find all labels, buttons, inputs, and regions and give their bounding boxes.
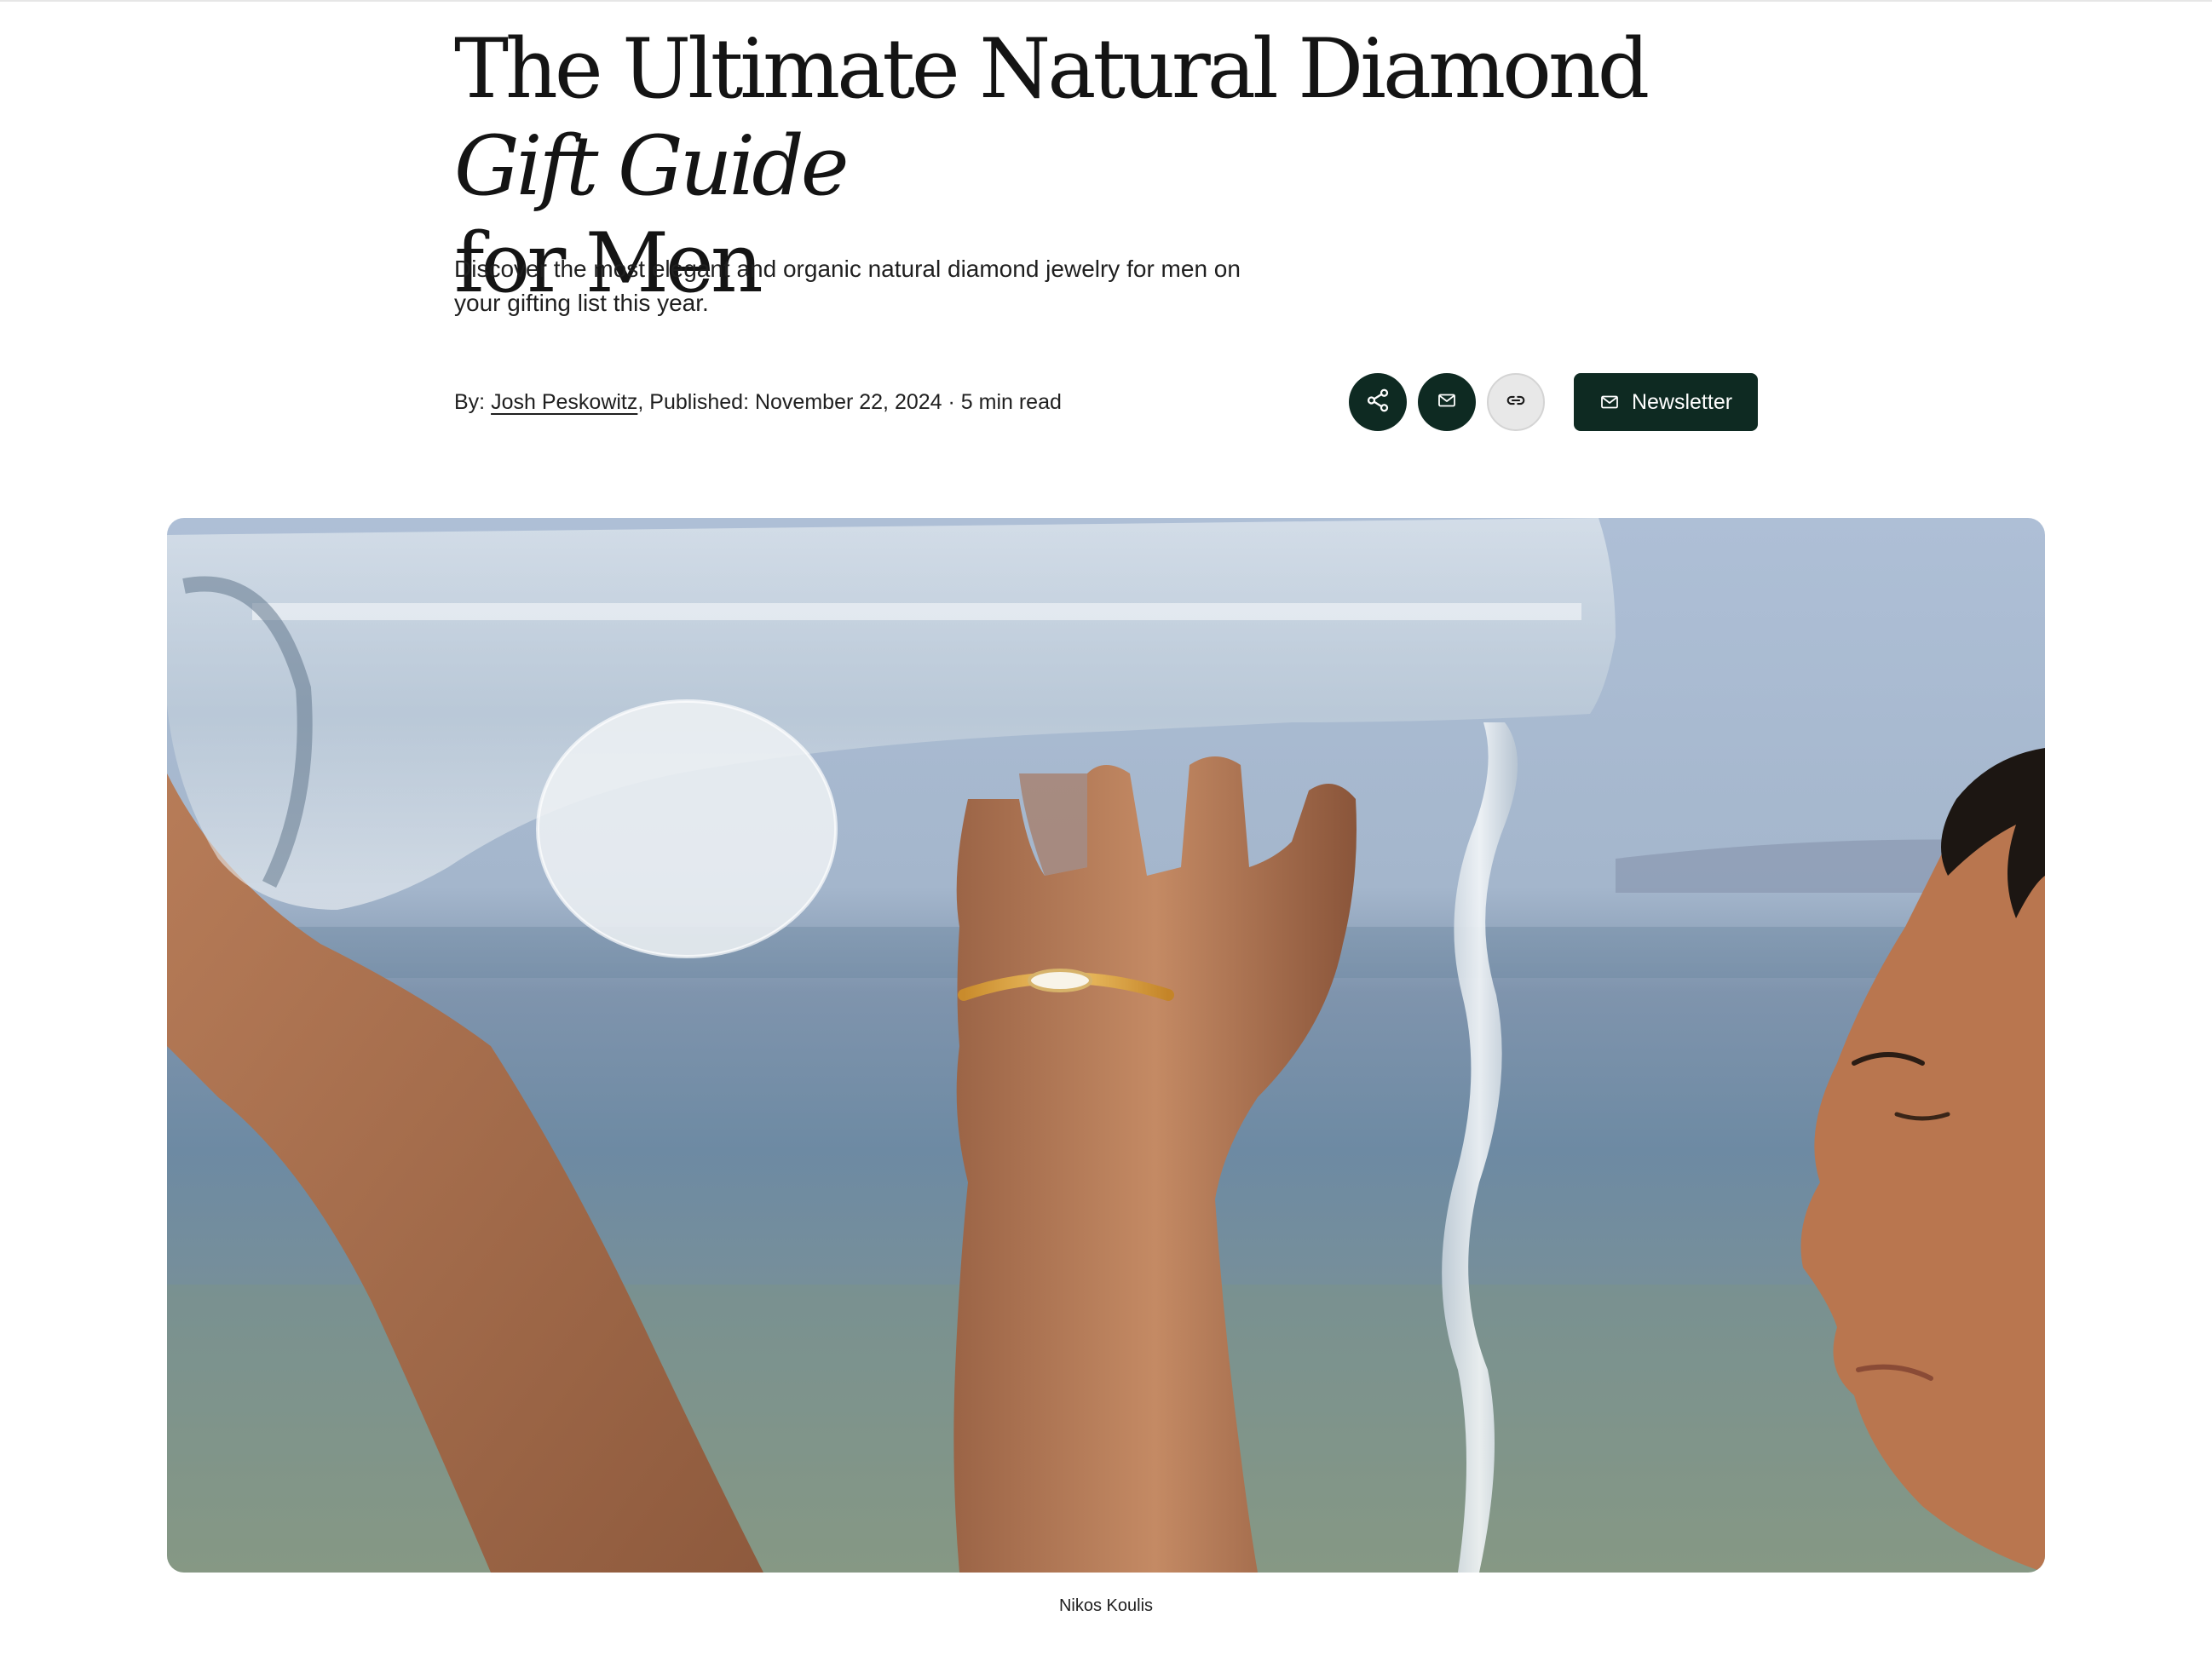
article-dek: Discover the most elegant and organic na… — [454, 256, 1241, 316]
share-actions: Newsletter — [1349, 373, 1758, 431]
newsletter-label: Newsletter — [1631, 389, 1733, 414]
email-share-button[interactable] — [1418, 373, 1476, 431]
share-button[interactable] — [1349, 373, 1407, 431]
author-link[interactable]: Josh Peskowitz — [491, 390, 637, 414]
published-meta: Published: November 22, 2024 · 5 min rea… — [649, 390, 1062, 414]
newsletter-button[interactable]: Newsletter — [1574, 373, 1758, 431]
share-icon — [1365, 388, 1391, 417]
link-icon — [1504, 388, 1528, 417]
byline-separator: , — [637, 390, 644, 414]
copy-link-button[interactable] — [1487, 373, 1545, 431]
hero-image — [167, 518, 2045, 1573]
byline-label: By: — [454, 390, 486, 414]
mail-icon — [1599, 392, 1620, 412]
byline: By: Josh Peskowitz, Published: November … — [454, 388, 1062, 417]
mail-icon — [1437, 390, 1457, 415]
image-caption: Nikos Koulis — [1058, 1596, 1154, 1615]
top-divider — [0, 0, 2212, 2]
title-main: The Ultimate Natural Diamond — [454, 21, 1650, 117]
title-italic: Gift Guide — [454, 118, 849, 214]
